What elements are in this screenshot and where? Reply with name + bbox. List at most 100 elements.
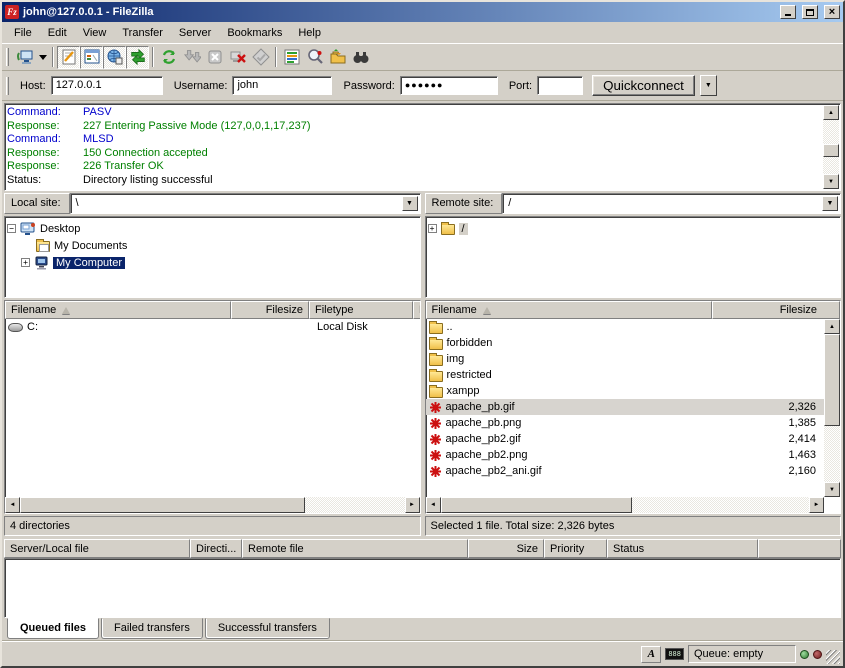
cancel-operation-button[interactable] (203, 46, 226, 69)
filter-button[interactable] (349, 46, 372, 69)
tree-item-desktop[interactable]: − Desktop (7, 220, 418, 237)
chevron-down-icon[interactable]: ▼ (402, 196, 418, 211)
folder-icon (429, 371, 443, 382)
queue-body[interactable] (4, 558, 841, 618)
scrollbar-thumb[interactable] (441, 497, 633, 513)
column-last-modified[interactable]: L (413, 301, 420, 319)
refresh-button[interactable] (157, 46, 180, 69)
tab-failed-transfers[interactable]: Failed transfers (101, 618, 203, 639)
menu-server[interactable]: Server (171, 25, 219, 41)
minimize-button[interactable] (780, 5, 796, 19)
column-filetype[interactable]: Filetype (309, 301, 413, 319)
scroll-left-icon[interactable]: ◄ (426, 497, 441, 513)
synchronized-browsing-button[interactable] (326, 46, 349, 69)
column-filename[interactable]: Filename (426, 301, 712, 319)
toggle-local-tree-button[interactable] (80, 46, 103, 69)
local-site-value: \ (76, 197, 79, 209)
file-row[interactable]: forbidden (426, 335, 825, 351)
remote-site-combo[interactable]: / ▼ (502, 193, 841, 214)
menu-edit[interactable]: Edit (40, 25, 75, 41)
reconnect-button[interactable] (249, 46, 272, 69)
menu-file[interactable]: File (6, 25, 40, 41)
tab-queued-files[interactable]: Queued files (7, 618, 99, 639)
scroll-up-icon[interactable]: ▲ (824, 319, 840, 334)
file-row[interactable]: apache_pb2.png 1,463 (426, 447, 825, 463)
toggle-message-log-button[interactable] (57, 46, 80, 69)
find-files-button[interactable] (303, 46, 326, 69)
column-filesize[interactable]: Filesize (712, 301, 841, 319)
file-row[interactable]: apache_pb.png 1,385 (426, 415, 825, 431)
menu-view[interactable]: View (75, 25, 115, 41)
password-input[interactable]: ●●●●●● (400, 76, 498, 95)
message-log[interactable]: Command: PASV Response: 227 Entering Pas… (4, 103, 841, 191)
log-label: Response: (7, 160, 83, 174)
file-row[interactable]: apache_pb2_ani.gif 2,160 (426, 463, 825, 479)
file-row-selected[interactable]: apache_pb.gif 2,326 (426, 399, 825, 415)
remote-tree[interactable]: + / (425, 216, 842, 298)
disconnect-button[interactable] (226, 46, 249, 69)
column-status[interactable]: Status (607, 539, 758, 558)
site-manager-dropdown[interactable] (36, 46, 49, 69)
title-bar[interactable]: Fz john@127.0.0.1 - FileZilla × (2, 2, 843, 22)
remote-hscrollbar[interactable]: ◄ ► (426, 497, 841, 513)
directory-comparison-button[interactable] (280, 46, 303, 69)
scrollbar-thumb[interactable] (20, 497, 305, 513)
local-hscrollbar[interactable]: ◄ ► (5, 497, 420, 513)
scroll-right-icon[interactable]: ► (809, 497, 824, 513)
chevron-down-icon[interactable]: ▼ (822, 196, 838, 211)
close-button[interactable]: × (824, 5, 840, 19)
file-row[interactable]: img (426, 351, 825, 367)
transfer-type-indicator[interactable]: A (641, 646, 661, 663)
toggle-remote-tree-button[interactable] (103, 46, 126, 69)
local-site-combo[interactable]: \ ▼ (70, 193, 421, 214)
username-input[interactable]: john (232, 76, 332, 95)
column-filename[interactable]: Filename (5, 301, 231, 319)
collapse-icon[interactable]: − (7, 224, 16, 233)
column-priority[interactable]: Priority (544, 539, 607, 558)
log-line: Command: PASV (7, 106, 822, 120)
file-row[interactable]: xampp (426, 383, 825, 399)
site-manager-button[interactable] (13, 46, 36, 69)
port-input[interactable] (537, 76, 583, 95)
remote-vscrollbar[interactable]: ▲ ▼ (824, 319, 840, 497)
quickconnect-button[interactable]: Quickconnect (592, 75, 695, 96)
toolbar-grip[interactable] (6, 48, 9, 66)
toggle-transfer-queue-button[interactable] (126, 46, 149, 69)
scroll-right-icon[interactable]: ► (405, 497, 420, 513)
scrollbar-thumb[interactable] (823, 144, 839, 157)
log-scrollbar[interactable]: ▲ ▼ (823, 105, 839, 189)
scroll-down-icon[interactable]: ▼ (824, 482, 840, 497)
expand-icon[interactable]: + (21, 258, 30, 267)
scroll-left-icon[interactable]: ◄ (5, 497, 20, 513)
scroll-down-icon[interactable]: ▼ (823, 174, 839, 189)
quickconnect-grip[interactable] (6, 77, 9, 95)
process-queue-button[interactable] (180, 46, 203, 69)
column-filesize[interactable]: Filesize (231, 301, 309, 319)
scroll-up-icon[interactable]: ▲ (823, 105, 839, 120)
scrollbar-thumb[interactable] (824, 334, 840, 426)
file-row[interactable]: apache_pb2.gif 2,414 (426, 431, 825, 447)
file-row[interactable]: .. (426, 319, 825, 335)
column-remote-file[interactable]: Remote file (242, 539, 468, 558)
column-size[interactable]: Size (468, 539, 544, 558)
quickconnect-dropdown[interactable]: ▼ (700, 75, 717, 96)
tab-successful-transfers[interactable]: Successful transfers (205, 618, 330, 639)
tree-item-root[interactable]: + / (428, 220, 839, 237)
speed-display-icon[interactable]: 888 (665, 648, 684, 660)
local-tree[interactable]: − Desktop My Documents + (4, 216, 421, 298)
host-input[interactable]: 127.0.0.1 (51, 76, 163, 95)
expand-icon[interactable]: + (428, 224, 437, 233)
tree-item-my-documents[interactable]: My Documents (7, 237, 418, 254)
menu-help[interactable]: Help (290, 25, 329, 41)
menu-bookmarks[interactable]: Bookmarks (219, 25, 290, 41)
resize-grip[interactable] (826, 650, 840, 664)
folder-icon (441, 224, 455, 235)
tree-item-my-computer[interactable]: + My Computer (7, 254, 418, 271)
folder-icon (429, 355, 443, 366)
file-row[interactable]: restricted (426, 367, 825, 383)
maximize-button[interactable] (802, 5, 818, 19)
column-server-local-file[interactable]: Server/Local file (4, 539, 190, 558)
column-direction[interactable]: Directi... (190, 539, 242, 558)
menu-transfer[interactable]: Transfer (114, 25, 171, 41)
file-row[interactable]: C: Local Disk (5, 319, 420, 335)
